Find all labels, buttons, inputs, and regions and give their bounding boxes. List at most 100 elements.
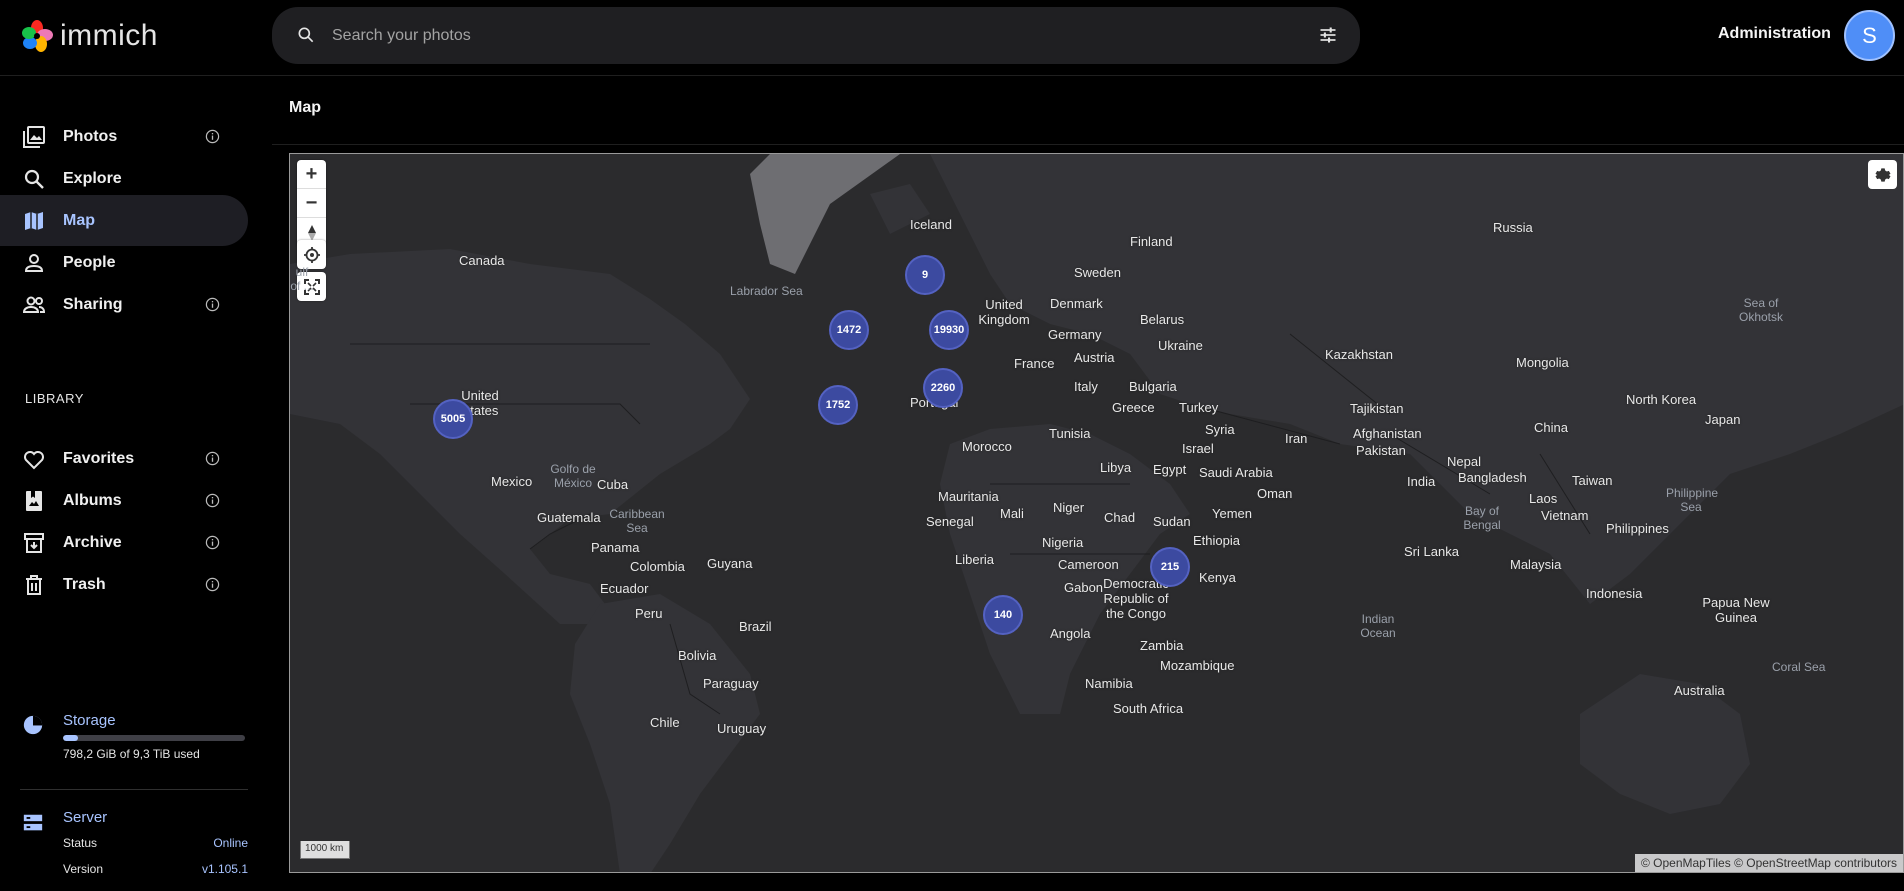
map-label: Mozambique	[1160, 658, 1235, 673]
map-label: Turkey	[1179, 400, 1219, 415]
map-label: Kenya	[1199, 570, 1236, 585]
photo-cluster-marker[interactable]: 1752	[818, 385, 858, 425]
zoom-in-button[interactable]: +	[297, 160, 326, 189]
photo-cluster-marker[interactable]: 1472	[829, 310, 869, 350]
map-label: Zambia	[1140, 638, 1184, 653]
info-icon[interactable]	[205, 577, 220, 592]
sidebar-item-label: Archive	[63, 533, 122, 551]
map-label: Liberia	[955, 552, 995, 567]
app-name: immich	[60, 19, 158, 52]
map-label: Brazil	[739, 619, 772, 634]
map-label: Finland	[1130, 234, 1173, 249]
map-label: Canada	[459, 253, 505, 268]
administration-link[interactable]: Administration	[1718, 25, 1831, 43]
map-label: Mali	[1000, 506, 1024, 521]
world-map[interactable]: + − Canada Iceland Finland Sweden Russia…	[289, 153, 1904, 873]
compass-icon	[307, 224, 316, 241]
map-label: South Africa	[1113, 701, 1184, 716]
map-label: Paraguay	[703, 676, 759, 691]
map-label: Sri Lanka	[1404, 544, 1459, 559]
map-attribution[interactable]: © OpenMapTiles © OpenStreetMap contribut…	[1634, 854, 1903, 872]
sea-label: Sea of Okhotsk	[1738, 296, 1783, 324]
map-label: Vietnam	[1541, 508, 1589, 523]
map-label: Mongolia	[1516, 355, 1569, 370]
sidebar-item-trash[interactable]: Trash	[0, 559, 248, 610]
server-version-value[interactable]: v1.105.1	[202, 862, 248, 876]
map-label: Namibia	[1085, 676, 1133, 691]
map-label: Peru	[635, 606, 663, 621]
photo-cluster-marker[interactable]: 19930	[929, 310, 969, 350]
photo-cluster-marker[interactable]: 5005	[433, 399, 473, 439]
account-icon	[24, 253, 44, 272]
map-basemap	[290, 154, 1903, 872]
map-label: Oman	[1257, 486, 1293, 501]
immich-logo[interactable]: immich	[20, 16, 158, 56]
server-label: Server	[63, 809, 108, 826]
info-icon[interactable]	[205, 297, 220, 312]
sea-label: Labrador Sea	[730, 284, 803, 298]
map-label: Malaysia	[1510, 557, 1562, 572]
immich-logo-icon	[22, 20, 53, 52]
map-label: Panama	[591, 540, 640, 555]
tune-icon[interactable]	[1318, 25, 1338, 45]
search-bar[interactable]	[272, 7, 1360, 64]
search-icon[interactable]	[296, 25, 316, 45]
search-input[interactable]	[332, 7, 1272, 64]
map-label: Laos	[1529, 491, 1558, 506]
photo-cluster-marker[interactable]: 2260	[923, 368, 963, 408]
map-label: France	[1014, 356, 1055, 371]
map-label: Belarus	[1140, 312, 1185, 327]
map-label: Libya	[1100, 460, 1132, 475]
map-label: Indonesia	[1586, 586, 1643, 601]
map-label: Greece	[1112, 400, 1155, 415]
map-label: Taiwan	[1572, 473, 1613, 488]
map-settings-button[interactable]	[1868, 160, 1897, 189]
sidebar-item-label: People	[63, 253, 116, 271]
map-label: Chile	[650, 715, 680, 730]
map-label: Sweden	[1074, 265, 1121, 280]
map-label: Ethiopia	[1193, 533, 1240, 548]
map-label: Austria	[1074, 350, 1115, 365]
user-avatar[interactable]: S	[1844, 10, 1895, 61]
map-label: Nepal	[1447, 454, 1481, 469]
map-label: Saudi Arabia	[1199, 465, 1273, 480]
map-label: United Kingdom	[978, 297, 1030, 327]
sidebar-item-sharing[interactable]: Sharing	[0, 279, 248, 330]
photo-cluster-marker[interactable]: 140	[983, 595, 1023, 635]
zoom-out-button[interactable]: −	[297, 189, 326, 218]
sea-label: Indian Ocean	[1360, 612, 1396, 640]
map-label: Ecuador	[600, 581, 649, 596]
map-label: Germany	[1048, 327, 1102, 342]
photo-cluster-marker[interactable]: 215	[1150, 547, 1190, 587]
map-label: Israel	[1182, 441, 1214, 456]
map-scale: 1000 km	[300, 841, 350, 859]
sea-label: Golfo de México	[550, 462, 596, 490]
map-label: Chad	[1104, 510, 1136, 525]
sidebar-divider	[20, 789, 248, 790]
storage-usage-text: 798,2 GiB of 9,3 TiB used	[63, 747, 200, 761]
info-icon[interactable]	[205, 129, 220, 144]
map-label: Nigeria	[1042, 535, 1084, 550]
map-label: Syria	[1205, 422, 1235, 437]
map-label: Japan	[1705, 412, 1741, 427]
map-label: Tunisia	[1049, 426, 1091, 441]
map-label: Afghanistan	[1353, 426, 1422, 441]
server-status-row: Status Online	[63, 836, 248, 850]
sidebar: Photos Explore Map People Sharing LIBRAR…	[0, 77, 260, 891]
map-label: Australia	[1674, 683, 1725, 698]
map-label: China	[1534, 420, 1568, 435]
magnify-icon	[24, 169, 44, 189]
storage-progress-bar	[63, 735, 245, 741]
info-icon[interactable]	[205, 535, 220, 550]
photos-icon	[23, 125, 45, 148]
info-icon[interactable]	[205, 451, 220, 466]
server-panel: Server Status Online Version v1.105.1	[22, 809, 248, 876]
map-label: North Korea	[1626, 392, 1697, 407]
info-icon[interactable]	[205, 493, 220, 508]
map-label: Uruguay	[717, 721, 767, 736]
map-label: Guatemala	[537, 510, 601, 525]
photo-cluster-marker[interactable]: 9	[905, 255, 945, 295]
map-label: Angola	[1050, 626, 1091, 641]
pie-chart-icon	[23, 715, 43, 735]
sidebar-item-label: Favorites	[63, 449, 135, 467]
